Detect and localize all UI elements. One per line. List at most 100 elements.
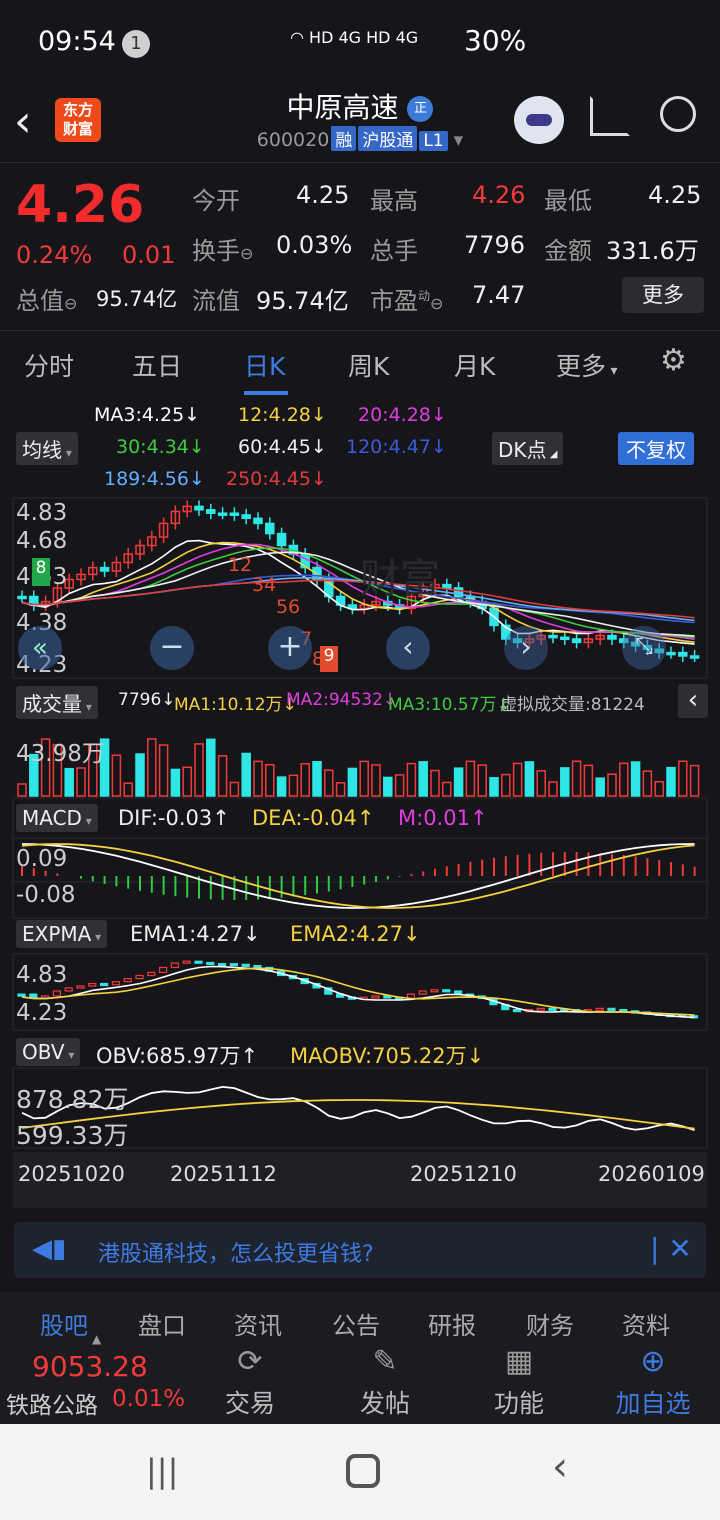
tab-daily-k[interactable]: 日K <box>244 347 285 383</box>
zoom-in-icon[interactable]: + <box>268 626 312 670</box>
volume-bar <box>406 762 417 797</box>
ma-lines-group <box>21 539 695 645</box>
expma-selector[interactable]: EXPMA ▾ <box>16 920 108 948</box>
pe-label[interactable]: 市盈动⊖ <box>370 281 443 316</box>
tab-pankou[interactable]: 盘口 <box>138 1306 186 1336</box>
expma-axis-top: 4.83 <box>16 962 68 988</box>
post-button[interactable]: ✎ 发帖 <box>335 1344 435 1420</box>
volume-bar <box>678 760 688 797</box>
tab-research[interactable]: 研报 <box>428 1306 476 1336</box>
amount-label: 金额 <box>544 237 592 265</box>
volume-bar <box>135 753 145 797</box>
chevron-up-icon: ▲ <box>92 1332 102 1346</box>
expma-candle <box>442 989 451 993</box>
candle-body <box>678 651 688 657</box>
home-icon[interactable] <box>346 1454 380 1488</box>
event-marker[interactable]: 1 <box>228 554 240 576</box>
function-button[interactable]: ▦ 功能 <box>469 1344 569 1420</box>
back-icon[interactable]: ‹ <box>14 96 32 147</box>
trade-button[interactable]: ⟳ 交易 <box>200 1344 300 1420</box>
volume-bar <box>217 755 228 797</box>
tab-weekly-k[interactable]: 周K <box>348 347 389 383</box>
hk-connect-tag: 沪股通 <box>358 126 418 151</box>
candle-body <box>194 505 204 511</box>
tab-monthly-k[interactable]: 月K <box>454 347 495 383</box>
tab-intraday[interactable]: 分时 <box>24 347 74 383</box>
expma-candle <box>182 960 191 964</box>
index-name: 铁路公路 <box>6 1393 98 1419</box>
fullscreen-icon[interactable]: ⤡ <box>622 626 666 670</box>
volume-value-legend: 7796↓ <box>118 690 176 710</box>
stock-title: 中原高速 <box>286 91 399 124</box>
tab-finance[interactable]: 财务 <box>526 1306 574 1336</box>
settings-gear-icon[interactable]: ⚙ <box>660 343 687 378</box>
turnover-label[interactable]: 换手⊖ <box>192 231 253 266</box>
volume-bar <box>347 767 358 797</box>
volume-bar <box>170 768 181 797</box>
volume-bar <box>430 769 440 797</box>
scroll-left-fast-icon[interactable]: « <box>18 626 62 670</box>
volume-bar <box>512 762 523 797</box>
event-marker[interactable]: 2 <box>240 554 252 576</box>
tab-news[interactable]: 资讯 <box>234 1306 282 1336</box>
ad-text[interactable]: 港股通科技，怎么投更省钱? <box>98 1236 374 1268</box>
zoom-out-icon[interactable]: − <box>150 626 194 670</box>
volume-bar <box>324 769 334 797</box>
expma-candle <box>17 993 26 997</box>
status-bar: 09:54 1 ◠ HD 4G HD 4G 30% <box>0 0 720 84</box>
mktcap-label[interactable]: 总值⊖ <box>16 281 77 316</box>
candle-body <box>241 514 251 520</box>
open-value: 4.25 <box>296 181 350 209</box>
search-icon[interactable] <box>660 96 696 132</box>
scroll-right-icon[interactable]: › <box>504 626 548 670</box>
pe-value: 7.47 <box>472 281 526 309</box>
volume-bar <box>583 764 594 797</box>
scroll-left-icon[interactable]: ‹ <box>386 626 430 670</box>
tab-guba[interactable]: 股吧 <box>40 1306 88 1336</box>
battery-text: 30% <box>464 24 527 57</box>
tab-more[interactable]: 更多 ▾ <box>556 347 618 383</box>
volume-bar <box>453 767 464 797</box>
macd-selector[interactable]: MACD ▾ <box>16 804 98 832</box>
maobv-legend: MAOBV:705.22万↓ <box>290 1044 485 1068</box>
tab-announcement[interactable]: 公告 <box>332 1306 380 1336</box>
date-label: 20260109 <box>598 1162 705 1186</box>
volume-bar <box>335 782 346 797</box>
event-marker[interactable]: 5 <box>276 596 288 618</box>
info-icon: ⊖ <box>240 244 254 263</box>
collapse-panel-icon[interactable]: ‹ <box>678 684 708 718</box>
expma-candle <box>218 963 227 967</box>
candle-body <box>17 595 27 600</box>
event-marker[interactable]: 9 <box>320 646 338 672</box>
info-icon: ⊖ <box>430 294 444 313</box>
event-marker[interactable]: 6 <box>288 596 300 618</box>
add-watchlist-button[interactable]: ⊕ 加自选 <box>603 1344 703 1420</box>
macd-group <box>21 843 696 909</box>
assistant-robot-icon[interactable] <box>514 96 564 144</box>
volume-selector[interactable]: 成交量 ▾ <box>16 686 98 719</box>
recents-icon[interactable]: ||| <box>146 1452 178 1490</box>
event-marker[interactable]: 3 <box>252 574 264 596</box>
index-widget[interactable]: ▲ 9053.28 铁路公路 0.01% <box>0 1332 190 1424</box>
dropdown-icon[interactable]: ▾ <box>448 129 464 151</box>
ad-banner[interactable]: ◀▮ 港股通科技，怎么投更省钱? | ✕ <box>14 1222 706 1278</box>
volume-bar <box>288 774 299 797</box>
volume-bar <box>689 764 700 797</box>
event-marker[interactable]: 4 <box>264 574 276 596</box>
volume-axis-top: 43.98万 <box>16 741 105 767</box>
tab-profile[interactable]: 资料 <box>622 1306 670 1336</box>
expma-candle <box>595 1007 604 1011</box>
expma-line <box>21 967 695 1016</box>
signal-indicator: ◠ HD 4G HD 4G <box>290 28 418 47</box>
tab-five-day[interactable]: 五日 <box>132 347 182 383</box>
low-label: 最低 <box>544 187 592 215</box>
volume-bar <box>489 777 499 797</box>
event-marker[interactable]: 8 <box>32 558 50 586</box>
yen-cycle-icon: ⟳ <box>237 1344 263 1379</box>
close-icon[interactable]: | ✕ <box>650 1232 692 1265</box>
back-nav-icon[interactable]: ‹ <box>552 1444 568 1490</box>
volume-bar <box>17 783 27 797</box>
obv-selector[interactable]: OBV ▾ <box>16 1038 81 1066</box>
share-icon[interactable] <box>590 96 630 136</box>
more-button[interactable]: 更多 <box>622 277 704 313</box>
